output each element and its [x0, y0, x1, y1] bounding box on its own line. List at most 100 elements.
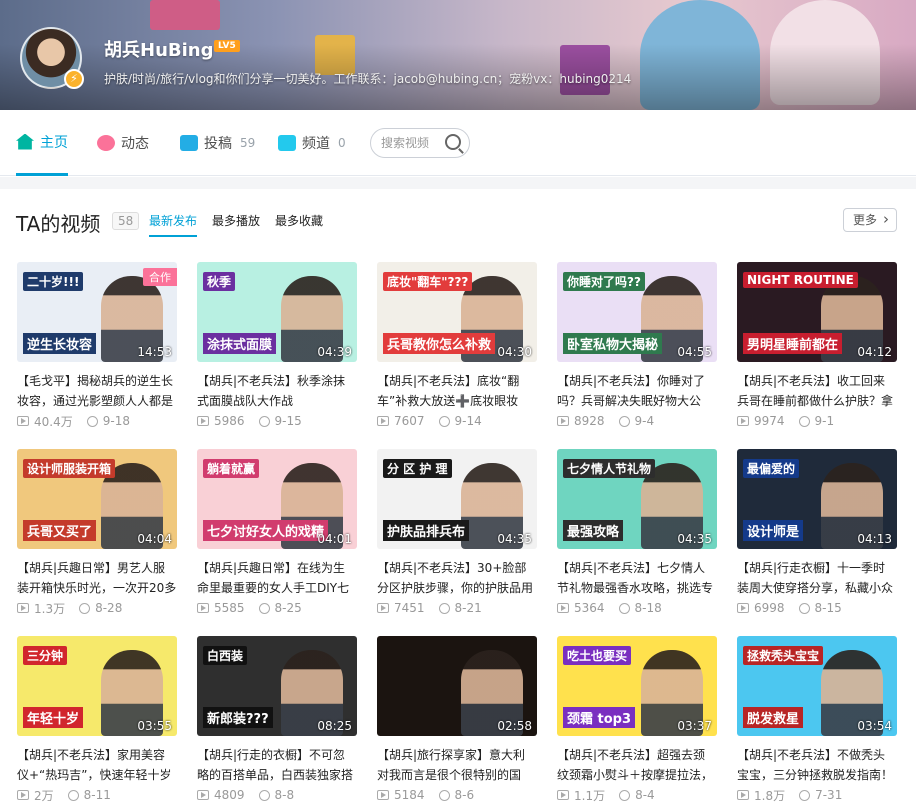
video-title[interactable]: 【胡兵|行走衣橱】十一季时装周大使穿搭分享，私藏小众设 [737, 558, 897, 598]
collab-badge: 合作 [143, 268, 177, 286]
sort-latest[interactable]: 最新发布 [149, 212, 198, 237]
video-title[interactable]: 【胡兵|不老兵法】超强去颈纹颈霜小熨斗＋按摩提拉法，每 [557, 745, 717, 785]
play-count: 1.3万 [34, 601, 66, 616]
thumbnail-caption: 脱发救星 [743, 707, 804, 728]
search-input[interactable]: 搜索视频 [370, 128, 470, 158]
video-count: 58 [112, 212, 140, 230]
video-thumbnail[interactable]: 分 区 护 理护肤品排兵布 04:35 [377, 449, 537, 549]
avatar[interactable]: ⚡ [20, 27, 84, 89]
video-duration: 04:30 [497, 345, 532, 359]
video-title[interactable]: 【胡兵|不老兵法】不做秃头宝宝，三分钟拯救脱发指南！生 [737, 745, 897, 785]
video-title[interactable]: 【胡兵|不老兵法】收工回来兵哥在睡前都做什么护肤？拿吸 [737, 371, 897, 411]
video-duration: 02:58 [497, 719, 532, 733]
video-card[interactable]: 吃土也要买 颈霜 top3 03:37 【胡兵|不老兵法】超强去颈纹颈霜小熨斗＋按摩提… [557, 636, 719, 804]
clock-icon [258, 602, 270, 614]
play-count-icon [17, 416, 29, 426]
more-button[interactable]: 更多 [843, 208, 897, 232]
video-thumbnail[interactable]: NIGHT ROUTINE 男明星睡前都在 04:12 [737, 262, 897, 362]
tab-home[interactable]: 主页 [16, 110, 68, 176]
video-title[interactable]: 【胡兵|不老兵法】家用美容仪+“热玛吉”，快速年轻十岁 [17, 745, 177, 785]
clock-icon [619, 789, 631, 801]
upload-date: 8-25 [274, 601, 302, 615]
video-card[interactable]: 02:58 【胡兵|旅行探享家】意大利对我而言是很个很特别的国家， 5184 8-6 [377, 636, 539, 804]
clock-icon [438, 602, 450, 614]
section-title: TA的视频 [16, 212, 101, 236]
video-card[interactable]: 拯救秃头宝宝 脱发救星 03:54 【胡兵|不老兵法】不做秃头宝宝，三分钟拯救脱发指南… [737, 636, 899, 804]
thumbnail-headline: 拯救秃头宝宝 [743, 646, 824, 665]
video-title[interactable]: 【胡兵|不老兵法】七夕情人节礼物最强香水攻略，挑选专属 [557, 558, 717, 598]
video-thumbnail[interactable]: 七夕情人节礼物 最强攻略 04:35 [557, 449, 717, 549]
video-title[interactable]: 【胡兵|旅行探享家】意大利对我而言是很个很特别的国家， [377, 745, 537, 785]
video-card[interactable]: 七夕情人节礼物 最强攻略 04:35 【胡兵|不老兵法】七夕情人节礼物最强香水攻略，挑… [557, 449, 719, 617]
video-thumbnail[interactable]: 你睡对了吗?? 卧室私物大揭秘 04:55 [557, 262, 717, 362]
video-thumbnail[interactable]: 秋季 涂抹式面膜 04:39 [197, 262, 357, 362]
play-count-icon [557, 603, 569, 613]
video-card[interactable]: 设计师服装开箱 兵哥又买了 04:04 【胡兵|兵趣日常】男艺人服装开箱快乐时光，一次… [17, 449, 179, 617]
video-thumbnail[interactable]: 最偏爱的 设计师是 04:13 [737, 449, 897, 549]
video-meta: 7451 8-21 [377, 599, 539, 617]
video-thumbnail[interactable]: 设计师服装开箱 兵哥又买了 04:04 [17, 449, 177, 549]
video-duration: 08:25 [317, 719, 352, 733]
video-title[interactable]: 【胡兵|不老兵法】30+脸部分区护肤步骤，你的护肤品用对 [377, 558, 537, 598]
play-count: 4809 [214, 788, 245, 802]
video-meta: 7607 9-14 [377, 412, 539, 430]
thumbnail-headline: 三分钟 [23, 646, 68, 665]
video-thumbnail[interactable]: 躺着就赢 七夕讨好女人的戏精 04:01 [197, 449, 357, 549]
video-title[interactable]: 【胡兵|不老兵法】你睡对了吗？兵哥解决失眠好物大公 [557, 371, 717, 411]
clock-icon [618, 602, 630, 614]
video-thumbnail[interactable]: 02:58 [377, 636, 537, 736]
video-title[interactable]: 【毛戈平】揭秘胡兵的逆生长妆容，通过光影塑颜人人都是 [17, 371, 177, 411]
video-title[interactable]: 【胡兵|行走的衣橱】不可忽略的百搭单品，白西装独家搭配 [197, 745, 357, 785]
video-card[interactable]: 你睡对了吗?? 卧室私物大揭秘 04:55 【胡兵|不老兵法】你睡对了吗？兵哥解决失眠… [557, 262, 719, 430]
upload-date: 8-21 [454, 601, 482, 615]
video-card[interactable]: 三分钟 年轻十岁 03:55 【胡兵|不老兵法】家用美容仪+“热玛吉”，快速年轻十岁 2… [17, 636, 179, 804]
thumbnail-headline: 设计师服装开箱 [23, 459, 116, 478]
video-card[interactable]: 白西装 新郎装??? 08:25 【胡兵|行走的衣橱】不可忽略的百搭单品，白西装独家搭… [197, 636, 359, 804]
user-name: 胡兵HuBing [104, 40, 214, 61]
video-thumbnail[interactable]: 吃土也要买 颈霜 top3 03:37 [557, 636, 717, 736]
upload-date: 9-14 [454, 414, 482, 428]
thumbnail-caption: 兵哥又买了 [23, 520, 97, 541]
thumbnail-caption: 年轻十岁 [23, 707, 84, 728]
video-card[interactable]: 二十岁!!! 逆生长妆容 合作 14:53 【毛戈平】揭秘胡兵的逆生长妆容，通过光影塑颜… [17, 262, 179, 430]
clock-icon [258, 415, 270, 427]
video-thumbnail[interactable]: 三分钟年轻十岁 03:55 [17, 636, 177, 736]
video-thumbnail[interactable]: 底妆"翻车"??? 兵哥教你怎么补救 04:30 [377, 262, 537, 362]
video-duration: 03:55 [137, 719, 172, 733]
video-meta: 40.4万 9-18 [17, 412, 179, 430]
video-card[interactable]: 底妆"翻车"??? 兵哥教你怎么补救 04:30 【胡兵|不老兵法】底妆“翻车”补救大… [377, 262, 539, 430]
play-count: 1.8万 [754, 788, 786, 803]
sort-most-played[interactable]: 最多播放 [212, 212, 260, 229]
video-title[interactable]: 【胡兵|不老兵法】秋季涂抹式面膜战队大作战 [197, 371, 357, 411]
video-title[interactable]: 【胡兵|兵趣日常】在线为生命里最重要的女人手工DIY七夕 [197, 558, 357, 598]
upload-date: 8-8 [274, 788, 295, 802]
video-duration: 04:04 [137, 532, 172, 546]
video-thumbnail[interactable]: 拯救秃头宝宝 脱发救星 03:54 [737, 636, 897, 736]
thumbnail-headline: 吃土也要买 [563, 646, 632, 665]
search-icon[interactable] [445, 134, 461, 150]
thumbnail-headline: 底妆"翻车"??? [383, 272, 473, 291]
tab-dynamic[interactable]: 动态 [97, 110, 149, 176]
thumbnail-headline: 分 区 护 理 [383, 459, 452, 478]
video-title[interactable]: 【胡兵|不老兵法】底妆“翻车”补救大放送➕底妆眼妆 [377, 371, 537, 411]
thumbnail-caption: 卧室私物大揭秘 [563, 333, 663, 354]
video-card[interactable]: 躺着就赢 七夕讨好女人的戏精 04:01 【胡兵|兵趣日常】在线为生命里最重要的女人手… [197, 449, 359, 617]
video-card[interactable]: NIGHT ROUTINE 男明星睡前都在 04:12 【胡兵|不老兵法】收工回来兵哥… [737, 262, 899, 430]
sort-most-favorited[interactable]: 最多收藏 [275, 212, 323, 229]
play-count: 6998 [754, 601, 785, 615]
video-card[interactable]: 最偏爱的设计师是 04:13 【胡兵|行走衣橱】十一季时装周大使穿搭分享，私藏小众设… [737, 449, 899, 617]
video-thumbnail[interactable]: 白西装 新郎装??? 08:25 [197, 636, 357, 736]
video-card[interactable]: 分 区 护 理护肤品排兵布 04:35 【胡兵|不老兵法】30+脸部分区护肤步骤，你… [377, 449, 539, 617]
video-title[interactable]: 【胡兵|兵趣日常】男艺人服装开箱快乐时光，一次开20多个 [17, 558, 177, 598]
video-meta: 9974 9-1 [737, 412, 899, 430]
video-thumbnail[interactable]: 二十岁!!! 逆生长妆容 合作 14:53 [17, 262, 177, 362]
tab-channels[interactable]: 频道 0 [278, 110, 346, 176]
thumbnail-headline: NIGHT ROUTINE [743, 272, 858, 288]
tab-uploads[interactable]: 投稿 59 [180, 110, 255, 176]
thumbnail-caption: 最强攻略 [563, 520, 624, 541]
channel-icon [278, 135, 296, 151]
play-count-icon [377, 603, 389, 613]
tab-uploads-count: 59 [240, 136, 256, 150]
video-card[interactable]: 秋季 涂抹式面膜 04:39 【胡兵|不老兵法】秋季涂抹式面膜战队大作战 5986 9-1… [197, 262, 359, 430]
play-count: 7451 [394, 601, 425, 615]
